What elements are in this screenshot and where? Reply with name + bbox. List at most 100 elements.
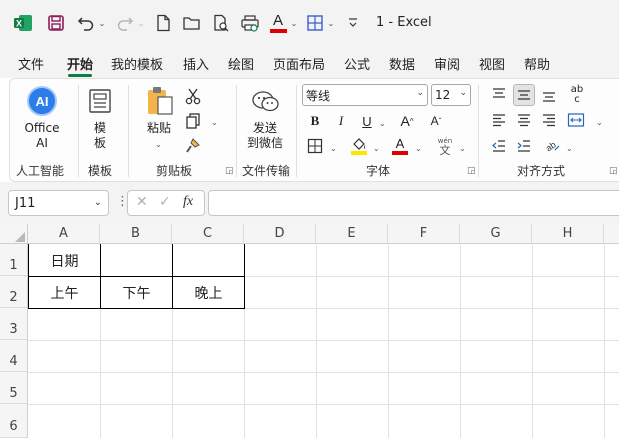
font-size-combobox[interactable]: 12 ⌄ (431, 84, 471, 106)
cell-c1[interactable] (173, 245, 244, 276)
undo-dropdown-icon[interactable]: ⌄ (97, 12, 107, 34)
fill-color-icon[interactable] (350, 136, 368, 156)
borders-icon[interactable] (306, 137, 324, 155)
tab-help[interactable]: 帮助 (524, 54, 550, 73)
borders-dropdown-icon[interactable]: ⌄ (330, 141, 337, 156)
cell-b2[interactable]: 下午 (101, 277, 172, 308)
tab-review[interactable]: 审阅 (434, 54, 460, 73)
fill-color-dropdown-icon[interactable]: ⌄ (373, 141, 380, 156)
phonetic-dropdown-icon[interactable]: ⌄ (459, 141, 466, 156)
merge-center-icon[interactable] (566, 111, 586, 129)
align-top-icon[interactable] (490, 86, 508, 104)
font-color-icon[interactable]: A (267, 12, 289, 34)
copy-dropdown-icon[interactable]: ⌄ (211, 115, 218, 130)
phonetic-guide-button[interactable]: wén 文 (435, 136, 455, 158)
tab-home[interactable]: 开始 (67, 54, 93, 73)
tab-my-templates[interactable]: 我的模板 (111, 54, 163, 73)
clipboard-launcher-icon[interactable]: ◲ (225, 166, 234, 176)
enter-icon[interactable]: ✓ (159, 194, 171, 210)
print-icon[interactable] (239, 12, 261, 34)
alignment-launcher-icon[interactable]: ◲ (609, 166, 618, 176)
new-file-icon[interactable] (153, 12, 173, 34)
paste-dropdown-icon[interactable]: ⌄ (155, 137, 162, 152)
redo-icon[interactable] (114, 12, 136, 34)
column-header-c[interactable]: C (172, 224, 244, 244)
cell-a2[interactable]: 上午 (29, 277, 100, 308)
print-preview-icon[interactable] (210, 12, 232, 34)
increase-indent-icon[interactable] (515, 137, 533, 155)
row-header-3[interactable]: 3 (0, 308, 28, 340)
open-folder-icon[interactable] (181, 12, 203, 34)
orientation-icon[interactable]: ab (542, 136, 562, 154)
italic-button[interactable]: I (334, 113, 348, 129)
underline-dropdown-icon[interactable]: ⌄ (379, 116, 386, 131)
cell-b1[interactable] (101, 245, 172, 276)
column-header-f[interactable]: F (388, 224, 460, 244)
cancel-icon[interactable]: ✕ (136, 194, 148, 210)
align-center-icon[interactable] (515, 111, 533, 129)
column-header-e[interactable]: E (316, 224, 388, 244)
customize-icon[interactable] (346, 12, 360, 34)
tab-view[interactable]: 视图 (479, 54, 505, 73)
merge-dropdown-icon[interactable]: ⌄ (596, 115, 603, 130)
send-to-wechat-button[interactable]: 发送 到微信 (245, 121, 285, 151)
align-right-icon[interactable] (540, 111, 558, 129)
undo-icon[interactable] (75, 12, 97, 34)
shrink-font-button[interactable]: Aˇ (428, 113, 444, 129)
chevron-down-icon: ⌄ (93, 197, 102, 208)
tab-page-layout[interactable]: 页面布局 (273, 54, 325, 73)
tab-formulas[interactable]: 公式 (344, 54, 370, 73)
redo-dropdown-icon[interactable]: ⌄ (136, 12, 146, 34)
copy-icon[interactable] (183, 112, 203, 130)
orientation-dropdown-icon[interactable]: ⌄ (566, 141, 573, 156)
column-header-i-partial[interactable] (604, 224, 619, 244)
column-header-a[interactable]: A (28, 224, 100, 244)
template-button[interactable]: 模 板 (88, 121, 112, 151)
row-header-6[interactable]: 6 (0, 404, 28, 438)
row-header-4[interactable]: 4 (0, 340, 28, 372)
font-color-dropdown-icon[interactable]: ⌄ (415, 141, 422, 156)
office-ai-label-2: AI (36, 136, 48, 150)
insert-function-button[interactable]: fx (183, 194, 193, 210)
font-color-button[interactable]: A (391, 136, 409, 156)
select-all-corner[interactable] (0, 224, 28, 244)
gridline (28, 372, 619, 373)
borders-dropdown-icon[interactable]: ⌄ (326, 12, 336, 34)
office-ai-button[interactable]: Office AI (17, 121, 67, 151)
underline-button[interactable]: U (360, 113, 374, 129)
paste-button[interactable]: 粘贴 (144, 121, 174, 136)
font-name-combobox[interactable]: 等线 ⌄ (302, 84, 428, 106)
template-icon[interactable] (87, 87, 113, 115)
tab-draw[interactable]: 绘图 (228, 54, 254, 73)
formula-input[interactable] (208, 190, 619, 216)
name-box[interactable]: J11 ⌄ (8, 190, 109, 216)
tab-file[interactable]: 文件 (18, 54, 44, 73)
align-middle-icon[interactable] (513, 84, 535, 106)
office-ai-icon[interactable]: AI (26, 85, 58, 117)
column-header-h[interactable]: H (532, 224, 604, 244)
save-icon[interactable] (45, 12, 67, 34)
column-header-d[interactable]: D (244, 224, 316, 244)
tab-insert[interactable]: 插入 (183, 54, 209, 73)
align-left-icon[interactable] (490, 111, 508, 129)
row-header-2[interactable]: 2 (0, 276, 28, 308)
font-color-dropdown-icon[interactable]: ⌄ (289, 12, 299, 34)
cell-a1[interactable]: 日期 (29, 245, 100, 276)
row-header-5[interactable]: 5 (0, 372, 28, 404)
cell-c2[interactable]: 晚上 (173, 277, 244, 308)
grow-font-button[interactable]: A ^ (399, 112, 415, 130)
row-header-1[interactable]: 1 (0, 244, 28, 276)
paste-icon[interactable] (144, 85, 176, 117)
wrap-text-icon[interactable]: ab c (566, 83, 588, 107)
decrease-indent-icon[interactable] (490, 137, 508, 155)
column-header-g[interactable]: G (460, 224, 532, 244)
tab-data[interactable]: 数据 (389, 54, 415, 73)
borders-icon[interactable] (304, 12, 326, 34)
bold-button[interactable]: B (308, 113, 322, 129)
wechat-icon[interactable] (250, 89, 282, 115)
format-painter-icon[interactable] (183, 137, 203, 155)
align-bottom-icon[interactable] (540, 86, 558, 104)
cut-icon[interactable] (183, 87, 203, 105)
font-launcher-icon[interactable]: ◲ (467, 166, 476, 176)
column-header-b[interactable]: B (100, 224, 172, 244)
